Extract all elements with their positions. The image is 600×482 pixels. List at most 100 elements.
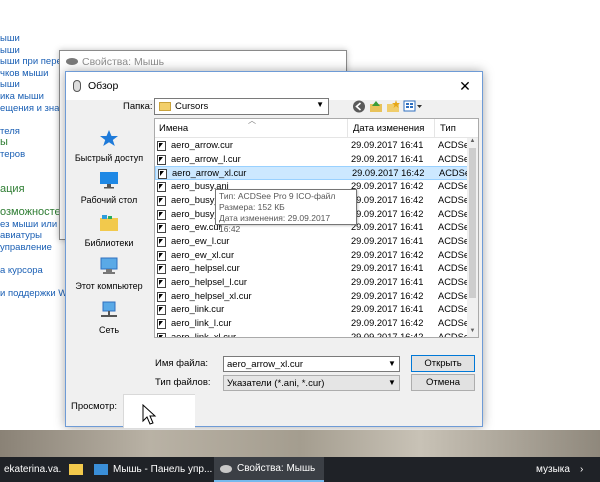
file-name: aero_link.cur [171,304,225,315]
taskbar-tray-text[interactable]: музыка [536,457,576,482]
file-date: 29.09.2017 16:41 [351,222,424,233]
folder-label: Папка: [123,101,153,112]
view-menu-icon[interactable] [403,100,423,113]
file-name: aero_arrow_l.cur [171,153,241,164]
dialog-titlebar[interactable]: Обзор ✕ [66,72,482,100]
file-row[interactable]: aero_arrow.cur 29.09.2017 16:41 ACDSe [155,139,470,153]
file-type: ACDSe [438,304,470,315]
cursor-file-icon [157,141,166,151]
dialog-title: Обзор [88,80,119,92]
cursor-file-icon [157,195,166,206]
tray-chevron[interactable]: › [580,457,596,482]
file-type: ACDSe [439,168,471,179]
cp-spacer [0,253,70,265]
filename-input[interactable]: aero_arrow_xl.cur [223,356,400,372]
mouse-icon [220,464,232,473]
taskbar-item-mouse-props[interactable]: Свойства: Мышь [214,457,324,482]
control-panel-icon [94,464,108,475]
back-icon[interactable] [352,100,366,113]
file-type: ACDSe [438,208,470,219]
taskbar-item-user[interactable]: ekaterina.va... [0,457,62,482]
file-row[interactable]: aero_ew_xl.cur 29.09.2017 16:42 ACDSe [155,249,470,263]
file-row[interactable]: aero_ew_l.cur 29.09.2017 16:41 ACDSe [155,235,469,249]
column-separator[interactable] [434,119,435,138]
star-icon [100,130,118,146]
filename-label: Имя файла: [155,358,209,369]
folder-combo[interactable]: Cursors ▼ [154,98,329,115]
cursor-preview-icon [142,404,157,425]
cp-link[interactable]: ыши [0,33,70,45]
place-quick-access[interactable]: Быстрый доступ [69,129,149,163]
vertical-scrollbar[interactable]: ▲ ▼ [467,138,478,337]
folder-icon [69,464,83,475]
col-name[interactable]: Имена [159,123,188,134]
scroll-up-icon[interactable]: ▲ [467,138,478,148]
cursor-file-icon [157,250,166,261]
cp-spacer [0,276,70,288]
file-row[interactable]: aero_link_l.cur 29.09.2017 16:42 ACDSe [155,317,469,331]
cp-link[interactable]: управление [0,242,70,254]
file-type: ACDSe [438,140,470,150]
scroll-down-icon[interactable]: ▼ [467,328,478,337]
sort-chevron-icon: ︿ [248,118,256,125]
cursor-file-icon [157,278,166,288]
up-folder-icon[interactable] [369,100,383,113]
file-row[interactable]: aero_helpsel.cur 29.09.2017 16:41 ACDSe [155,262,469,276]
folder-icon [159,102,171,111]
open-button[interactable]: Открыть [411,355,475,372]
file-date: 29.09.2017 16:41 [351,235,424,246]
file-type: ACDSe [438,277,470,287]
cp-link[interactable]: а курсора [0,265,70,277]
network-icon [101,301,117,317]
cursor-file-icon [157,182,166,193]
close-button[interactable]: ✕ [448,72,482,100]
file-type: ACDSe [438,153,470,164]
column-separator[interactable] [347,119,348,138]
file-date: 29.09.2017 16:41 [351,153,424,164]
file-row[interactable]: aero_link.cur 29.09.2017 16:41 ACDSe [155,303,470,317]
taskbar-item-explorer[interactable] [64,457,88,482]
file-row[interactable]: aero_link_xl.cur 29.09.2017 16:42 ACDSe [155,331,470,338]
col-date[interactable]: Дата изменения [353,123,424,134]
file-date: 29.09.2017 16:41 [351,263,424,274]
place-libraries[interactable]: Библиотеки [69,214,149,248]
column-header: ︿ Имена Дата изменения Тип [155,118,478,138]
place-network[interactable]: Сеть [69,301,149,335]
tray-label: музыка [536,464,570,475]
file-name: aero_arrow_xl.cur [172,168,247,179]
place-desktop[interactable]: Рабочий стол [69,171,149,205]
file-row[interactable]: aero_helpsel_l.cur 29.09.2017 16:41 ACDSe [155,276,470,290]
file-row[interactable]: aero_arrow_xl.cur 29.09.2017 16:42 ACDSe [155,166,471,181]
props-titlebar: Свойства: Мышь [60,51,346,73]
cursor-file-icon [157,305,166,316]
chevron-down-icon[interactable]: ▼ [388,378,396,387]
file-row[interactable]: aero_arrow_l.cur 29.09.2017 16:41 ACDSe [155,153,470,167]
filetype-select[interactable]: Указатели (*.ani, *.cur) [223,375,400,391]
file-name: aero_arrow.cur [171,140,234,150]
cp-link[interactable]: и поддержки W [0,288,70,300]
file-name: aero_helpsel_xl.cur [171,290,252,301]
cursor-file-icon [157,319,166,330]
cancel-button[interactable]: Отмена [411,374,475,391]
scroll-thumb[interactable] [469,148,476,298]
computer-icon [100,257,118,274]
file-type: ACDSe [438,331,470,338]
file-date: 29.09.2017 16:42 [351,249,424,260]
cursor-file-icon [157,332,166,337]
file-type: ACDSe [438,249,470,260]
preview-pane [123,394,195,428]
file-name: aero_helpsel_l.cur [171,277,247,287]
file-date: 29.09.2017 16:41 [351,277,424,287]
file-type: ACDSe [438,222,470,233]
taskbar-item-control-panel[interactable]: Мышь - Панель упр... [90,457,214,482]
file-type: ACDSe [438,181,470,192]
new-folder-icon[interactable] [386,100,400,113]
tooltip-date: Дата изменения: 29.09.2017 16:42 [219,213,331,234]
cursor-file-icon [157,209,166,220]
file-row[interactable]: aero_helpsel_xl.cur 29.09.2017 16:42 ACDSe [155,290,469,304]
col-type[interactable]: Тип [440,123,456,134]
chevron-down-icon[interactable]: ▼ [388,359,396,368]
cursor-file-icon [157,223,166,234]
place-this-pc[interactable]: Этот компьютер [69,257,149,291]
file-name: aero_ew_l.cur [171,235,230,246]
